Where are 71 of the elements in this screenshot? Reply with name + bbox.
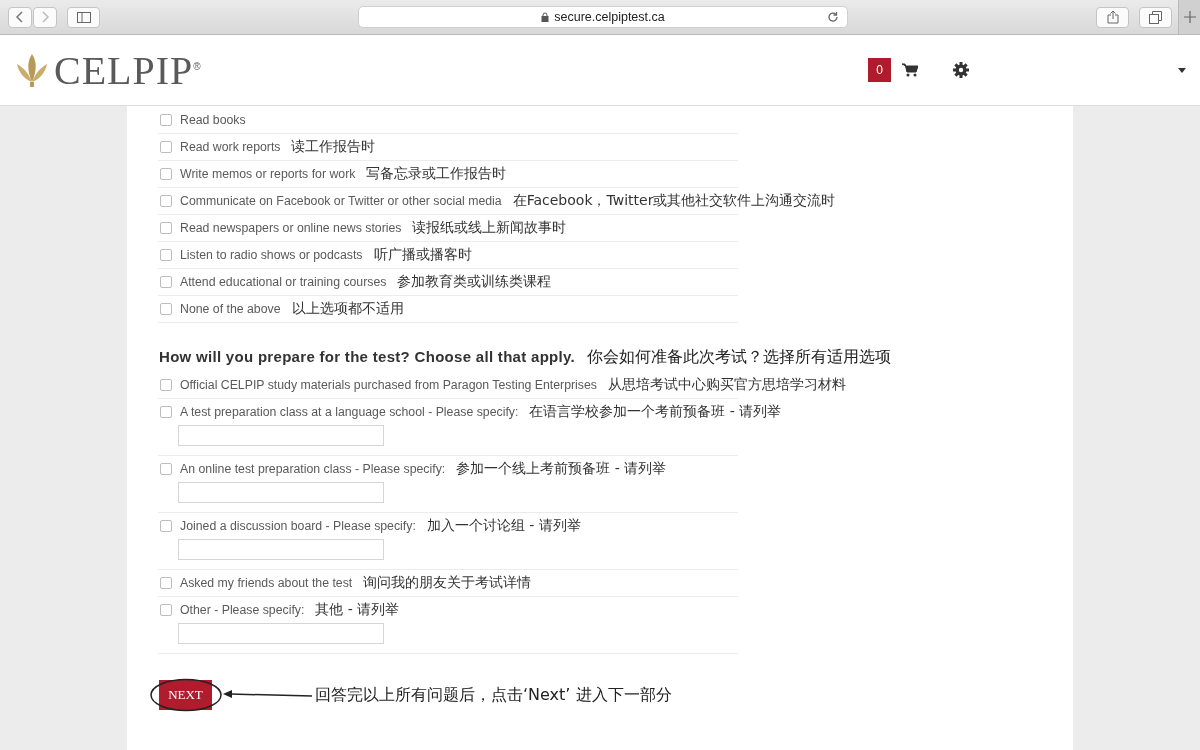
option-label[interactable]: Official CELPIP study materials purchased from Paragon Testing Enterprises: [180, 378, 597, 392]
checkbox[interactable]: [160, 406, 172, 418]
sidebar-button[interactable]: [67, 6, 100, 28]
settings-icon[interactable]: [953, 62, 969, 78]
checkbox[interactable]: [160, 222, 172, 234]
caret-icon[interactable]: [1178, 67, 1186, 73]
checkbox[interactable]: [160, 604, 172, 616]
option-translation: 询问我的朋友关于考试详情: [363, 574, 532, 592]
option-label[interactable]: None of the above: [180, 302, 281, 316]
specify-field[interactable]: [178, 539, 384, 560]
option-label[interactable]: Listen to radio shows or podcasts: [180, 248, 363, 262]
option-translation: 在语言学校参加一个考前预备班 - 请列举: [529, 403, 782, 421]
new-tab-button[interactable]: [1178, 0, 1200, 34]
option-label[interactable]: Write memos or reports for work: [180, 167, 356, 181]
option-translation: 加入一个讨论组 - 请列举: [426, 517, 581, 535]
option-translation: 从思培考试中心购买官方思培学习材料: [607, 376, 846, 394]
checkbox[interactable]: [160, 249, 172, 261]
option-translation: 写备忘录或工作报告时: [366, 165, 507, 183]
option-translation: 读工作报告时: [291, 138, 376, 156]
option-label[interactable]: Communicate on Facebook or Twitter or other social media: [180, 194, 502, 208]
tabs-icon: [1149, 10, 1162, 24]
option-label[interactable]: Joined a discussion board - Please specify:: [180, 519, 416, 533]
option-label[interactable]: Other - Please specify:: [180, 603, 305, 617]
forward-button[interactable]: [33, 6, 57, 28]
option-label[interactable]: Attend educational or training courses: [180, 275, 387, 289]
option-translation: 以上选项都不适用: [291, 300, 404, 318]
specify-field[interactable]: [178, 482, 384, 503]
next-button[interactable]: NEXT: [159, 680, 212, 710]
option-label[interactable]: Read books: [180, 113, 246, 127]
registered-mark: ®: [193, 60, 201, 72]
option-label[interactable]: An online test preparation class - Please specify:: [180, 462, 446, 476]
cart-count-badge[interactable]: 0: [868, 58, 891, 82]
option-translation: 读报纸或线上新闻故事时: [412, 219, 567, 237]
checkbox[interactable]: [160, 520, 172, 532]
option-translation: 参加教育类或训练类课程: [397, 273, 552, 291]
option-translation: 在Facebook，Twitter或其他社交软件上沟通交流时: [512, 192, 836, 210]
option-label[interactable]: A test preparation class at a language school - Please specify:: [180, 405, 519, 419]
checkbox[interactable]: [160, 463, 172, 475]
highlight-ellipse: [150, 678, 222, 712]
option-label[interactable]: Asked my friends about the test: [180, 576, 353, 590]
logo-text: CELPIP: [54, 46, 194, 94]
specify-field[interactable]: [178, 425, 384, 446]
annotation-text: 回答完以上所有问题后，点击‘Next’ 进入下一部分: [315, 684, 672, 706]
option-translation: 听广播或播客时: [373, 246, 472, 264]
back-button[interactable]: [8, 6, 32, 28]
specify-field[interactable]: [178, 623, 384, 644]
checkbox[interactable]: [160, 168, 172, 180]
option-label[interactable]: Read work reports: [180, 140, 281, 154]
share-icon: [1106, 10, 1119, 24]
checkbox[interactable]: [160, 577, 172, 589]
checkbox[interactable]: [160, 379, 172, 391]
checkbox[interactable]: [160, 141, 172, 153]
checkbox[interactable]: [160, 195, 172, 207]
reload-icon[interactable]: [827, 11, 839, 23]
question-text: How will you prepare for the test? Choose all that apply.: [159, 348, 576, 365]
option-label[interactable]: Read newspapers or online news stories: [180, 221, 402, 235]
plus-icon: [1183, 11, 1196, 23]
checkbox[interactable]: [160, 303, 172, 315]
checkbox[interactable]: [160, 114, 172, 126]
share-button[interactable]: [1096, 6, 1129, 28]
leaf-logo-icon: [15, 52, 49, 88]
cart-icon[interactable]: [902, 63, 918, 77]
question-translation: 你会如何准备此次考试？选择所有适用选项: [587, 347, 892, 368]
address-bar[interactable]: secure.celpiptest.ca: [358, 6, 848, 28]
lock-icon: [541, 12, 550, 22]
url-text: secure.celpiptest.ca: [554, 10, 665, 24]
tabs-button[interactable]: [1139, 6, 1172, 28]
option-translation: 其他 - 请列举: [315, 601, 400, 619]
sidebar-icon: [76, 11, 91, 23]
checkbox[interactable]: [160, 276, 172, 288]
option-translation: 参加一个线上考前预备班 - 请列举: [456, 460, 667, 478]
